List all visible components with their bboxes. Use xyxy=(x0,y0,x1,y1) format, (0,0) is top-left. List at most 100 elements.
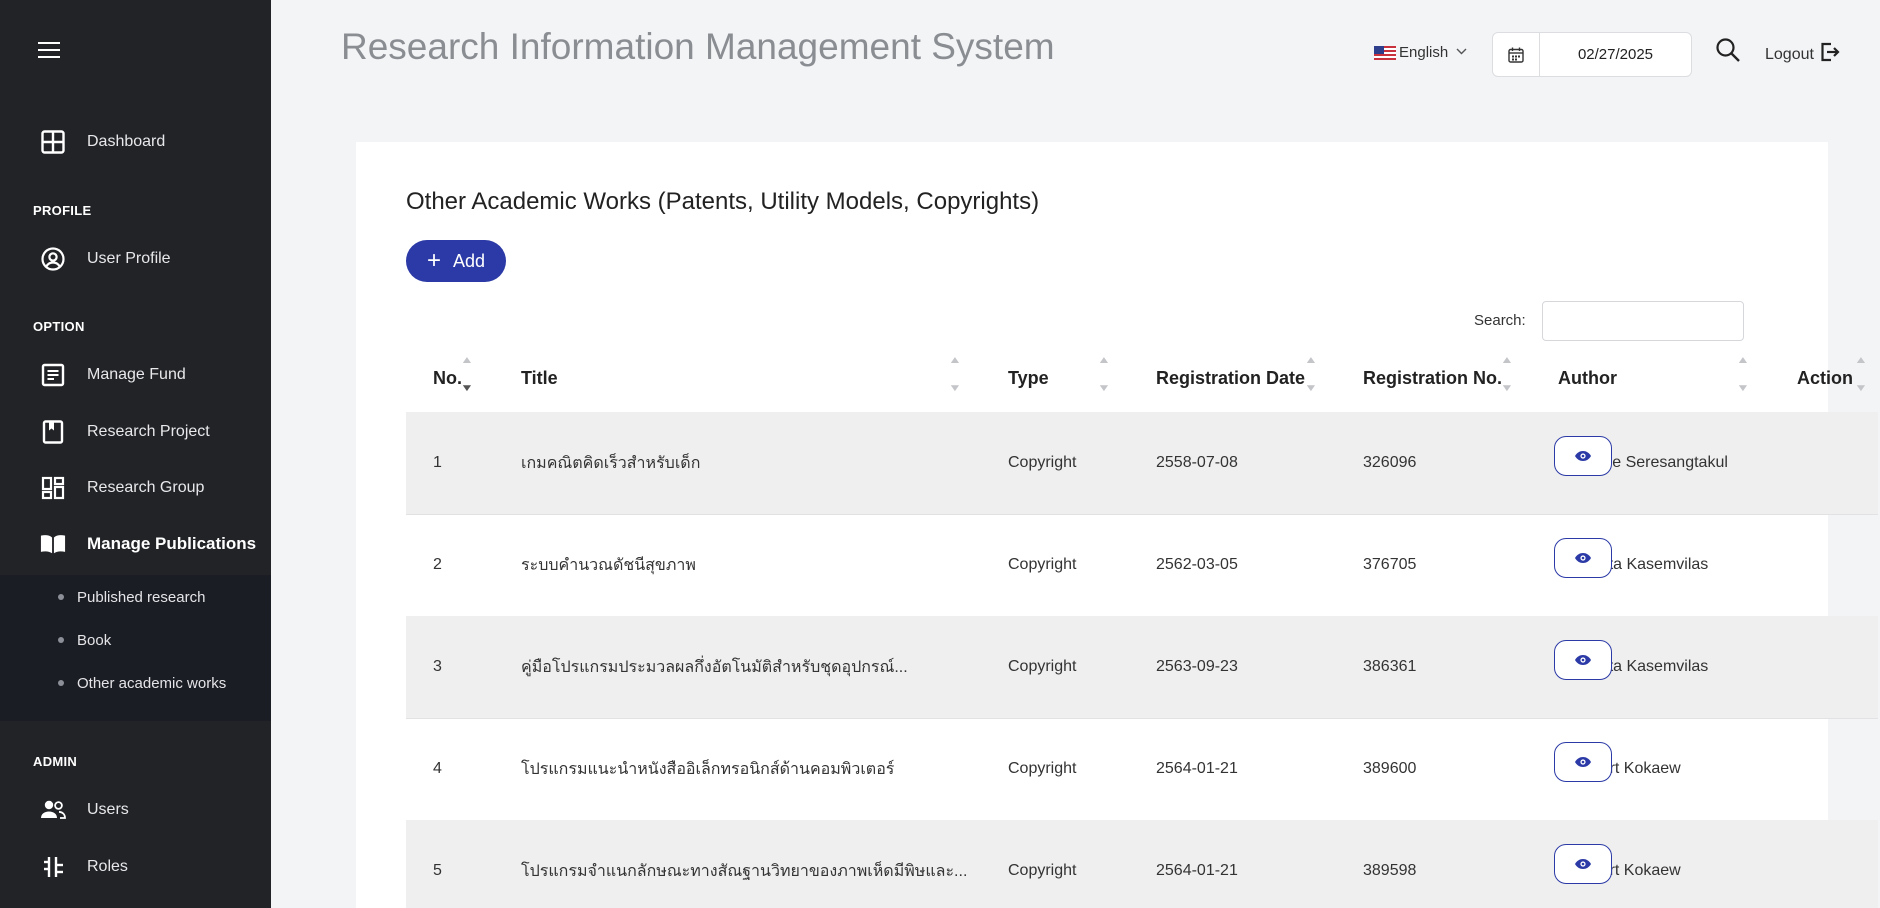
sidebar-item-label: Research Project xyxy=(87,423,210,440)
sort-icon[interactable]: ▲ ▼ xyxy=(1097,355,1113,399)
sidebar-item-research-project[interactable]: Research Project xyxy=(0,409,271,455)
column-header-title[interactable]: Title xyxy=(521,368,558,389)
date-value: 02/27/2025 xyxy=(1577,46,1654,63)
publications-submenu: Published research Book Other academic w… xyxy=(0,575,271,721)
cell-registration-no: 376705 xyxy=(1363,556,1417,573)
sort-icon[interactable]: ▲ ▼ xyxy=(1500,355,1516,399)
cell-type: Copyright xyxy=(1008,556,1077,573)
cell-registration-date: 2563-09-23 xyxy=(1156,658,1238,675)
cell-no: 2 xyxy=(433,556,442,573)
app-title: Research Information Management System xyxy=(341,26,1055,67)
column-header-registration-no[interactable]: Registration No. xyxy=(1363,368,1502,389)
view-button[interactable] xyxy=(1554,742,1612,782)
group-grid-icon xyxy=(40,475,66,501)
column-header-no[interactable]: No. xyxy=(433,368,462,389)
cell-no: 4 xyxy=(433,760,442,777)
sidebar-item-label: Roles xyxy=(87,858,128,875)
view-button[interactable] xyxy=(1554,640,1612,680)
sidebar-item-label: Manage Publications xyxy=(87,534,257,553)
cell-no: 5 xyxy=(433,862,442,879)
view-button[interactable] xyxy=(1554,436,1612,476)
language-selector[interactable]: English xyxy=(1374,44,1467,61)
chevron-down-icon xyxy=(1456,47,1467,58)
cell-registration-date: 2562-03-05 xyxy=(1156,556,1238,573)
cell-no: 3 xyxy=(433,658,442,675)
table-search-input[interactable] xyxy=(1542,301,1744,341)
sidebar-item-label: Manage Fund xyxy=(87,366,186,383)
cell-title: โปรแกรมแนะนำหนังสืออิเล็กทรอนิกส์ด้านคอม… xyxy=(521,760,895,778)
dashboard-icon xyxy=(40,129,66,155)
cell-registration-date: 2558-07-08 xyxy=(1156,454,1238,471)
plus-icon: + xyxy=(426,247,441,274)
column-header-action: Action xyxy=(1797,368,1853,388)
view-button[interactable] xyxy=(1554,538,1612,578)
view-button[interactable] xyxy=(1554,844,1612,884)
cell-registration-no: 326096 xyxy=(1363,454,1417,471)
cell-type: Copyright xyxy=(1008,454,1077,471)
eye-icon xyxy=(1575,553,1591,563)
logout-button[interactable]: Logout xyxy=(1765,42,1840,67)
add-button-label: Add xyxy=(452,250,486,271)
submenu-item-other-academic-works[interactable]: Other academic works xyxy=(0,668,271,698)
cell-title: ระบบคำนวณดัชนีสุขภาพ xyxy=(521,556,696,574)
search-icon[interactable] xyxy=(1715,37,1745,67)
document-icon xyxy=(40,362,66,388)
add-button[interactable]: + Add xyxy=(406,240,506,282)
section-admin: ADMIN xyxy=(33,754,78,769)
eye-icon xyxy=(1575,655,1591,665)
language-label: English xyxy=(1399,44,1449,61)
cell-no: 1 xyxy=(433,454,442,471)
sidebar-item-user-profile[interactable]: User Profile xyxy=(0,236,271,282)
section-profile: PROFILE xyxy=(33,203,92,218)
calendar-icon[interactable] xyxy=(1493,33,1540,76)
sidebar-item-label: Research Group xyxy=(87,479,205,496)
table-row: 2 ระบบคำนวณดัชนีสุขภาพ Copyright 2562-03… xyxy=(406,514,1878,616)
cell-title: โปรแกรมจำแนกลักษณะทางสัณฐานวิทยาของภาพเห… xyxy=(521,862,968,880)
date-picker[interactable]: 02/27/2025 xyxy=(1492,32,1692,77)
table-row: 1 เกมคณิตคิดเร็วสำหรับเด็ก Copyright 255… xyxy=(406,412,1878,514)
cell-registration-no: 389600 xyxy=(1363,760,1417,777)
bullet-icon xyxy=(58,594,64,600)
users-icon xyxy=(40,797,66,823)
sort-icon[interactable]: ▲ ▼ xyxy=(1854,355,1870,399)
cell-registration-date: 2564-01-21 xyxy=(1156,862,1238,879)
cell-registration-no: 389598 xyxy=(1363,862,1417,879)
menu-toggle-icon[interactable] xyxy=(38,42,60,58)
bookmark-book-icon xyxy=(40,419,66,445)
sidebar-item-manage-publications[interactable]: Manage Publications xyxy=(0,521,271,567)
sidebar-item-users[interactable]: Users xyxy=(0,787,271,833)
roles-sliders-icon xyxy=(40,854,66,880)
column-header-type[interactable]: Type xyxy=(1008,368,1049,389)
search-label: Search: xyxy=(1474,312,1526,329)
sidebar-item-label: User Profile xyxy=(87,250,171,267)
cell-registration-date: 2564-01-21 xyxy=(1156,760,1238,777)
cell-type: Copyright xyxy=(1008,658,1077,675)
sidebar: Dashboard PROFILE User Profile OPTION Ma… xyxy=(0,0,271,908)
column-header-registration-date[interactable]: Registration Date xyxy=(1156,368,1305,389)
sort-icon[interactable]: ▲ ▼ xyxy=(948,355,964,399)
sidebar-item-dashboard[interactable]: Dashboard xyxy=(0,119,271,165)
bullet-icon xyxy=(58,680,64,686)
sort-icon[interactable]: ▲ ▼ xyxy=(1736,355,1752,399)
sort-icon[interactable]: ▲ ▼ xyxy=(1304,355,1320,399)
cell-title: เกมคณิตคิดเร็วสำหรับเด็ก xyxy=(521,454,701,472)
eye-icon xyxy=(1575,859,1591,869)
page-title: Other Academic Works (Patents, Utility M… xyxy=(406,188,1040,215)
bullet-icon xyxy=(58,637,64,643)
table-row: 4 โปรแกรมแนะนำหนังสืออิเล็กทรอนิกส์ด้านค… xyxy=(406,718,1878,820)
table-row: 5 โปรแกรมจำแนกลักษณะทางสัณฐานวิทยาของภาพ… xyxy=(406,820,1878,908)
submenu-item-book[interactable]: Book xyxy=(0,625,271,655)
column-header-author[interactable]: Author xyxy=(1558,368,1617,389)
section-option: OPTION xyxy=(33,319,85,334)
eye-icon xyxy=(1575,451,1591,461)
table-row: 3 คู่มือโปรแกรมประมวลผลกึ่งอัตโนมัติสำหร… xyxy=(406,616,1878,718)
sidebar-item-roles[interactable]: Roles xyxy=(0,844,271,890)
submenu-item-label: Published research xyxy=(77,588,206,606)
user-circle-icon xyxy=(40,246,66,272)
sidebar-item-manage-fund[interactable]: Manage Fund xyxy=(0,352,271,398)
submenu-item-published-research[interactable]: Published research xyxy=(0,582,271,612)
sidebar-item-research-group[interactable]: Research Group xyxy=(0,465,271,511)
sort-icon[interactable]: ▲ ▼ xyxy=(460,355,476,399)
us-flag-icon xyxy=(1374,45,1396,60)
cell-registration-no: 386361 xyxy=(1363,658,1417,675)
